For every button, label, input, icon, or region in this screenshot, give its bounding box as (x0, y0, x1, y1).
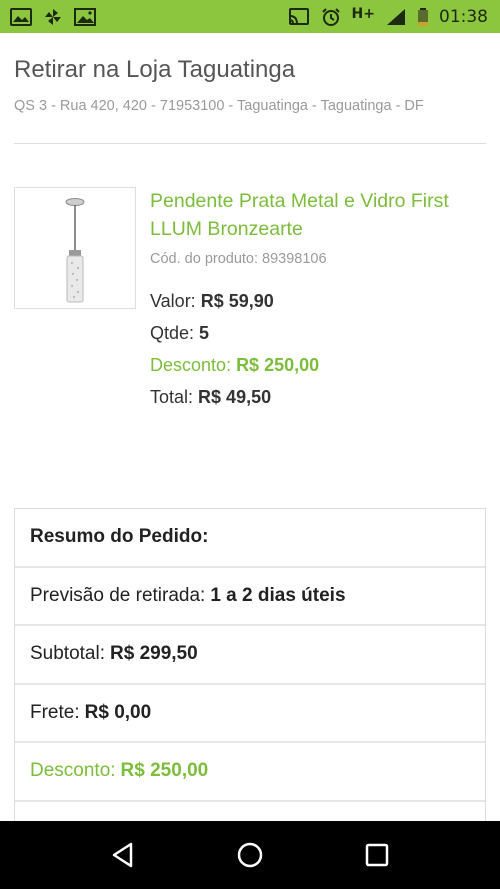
summary-title: Resumo do Pedido: (30, 526, 209, 548)
summary-title-row: Resumo do Pedido: (15, 509, 485, 568)
cast-icon (288, 7, 310, 26)
status-bar: H+ 01:38 (0, 0, 500, 33)
pickup-estimate-value: 1 a 2 dias úteis (210, 584, 346, 606)
status-left-icons (10, 7, 96, 26)
subtotal-row: Subtotal: R$ 299,50 (15, 626, 485, 685)
order-summary: Resumo do Pedido: Previsão de retirada: … (14, 508, 486, 828)
pickup-estimate-label: Previsão de retirada: (30, 584, 206, 606)
pickup-estimate-row: Previsão de retirada: 1 a 2 dias úteis (15, 568, 485, 626)
price-label: Valor: (150, 291, 196, 311)
status-right-icons: H+ 01:38 (288, 5, 488, 27)
recents-button[interactable] (357, 835, 397, 875)
summary-discount-row: Desconto: R$ 250,00 (15, 743, 485, 802)
store-address: QS 3 - Rua 420, 420 - 71953100 - Taguati… (14, 98, 424, 114)
back-button[interactable] (103, 835, 143, 875)
discount-row: Desconto: R$ 250,00 (150, 349, 480, 381)
clock: 01:38 (439, 6, 488, 27)
total-value: R$ 49,50 (198, 387, 272, 407)
product-pricing: Valor: R$ 59,90 Qtde: 5 Desconto: R$ 250… (150, 285, 480, 413)
price-value: R$ 59,90 (200, 291, 274, 311)
pendant-lamp-image (65, 198, 85, 303)
back-icon (113, 842, 133, 868)
divider (14, 143, 486, 144)
quantity-row: Qtde: 5 (150, 317, 480, 349)
alarm-icon (320, 7, 342, 26)
discount-value: R$ 250,00 (236, 355, 320, 375)
shipping-value: R$ 0,00 (84, 701, 152, 723)
quantity-label: Qtde: (150, 323, 195, 343)
photo-icon (10, 7, 32, 26)
store-title: Retirar na Loja Taguatinga (14, 56, 296, 83)
quantity-value: 5 (199, 323, 210, 343)
discount-label: Desconto: (150, 355, 232, 375)
pickup-store: Retirar na Loja Taguatinga QS 3 - Rua 42… (14, 56, 486, 114)
product-image[interactable] (14, 187, 136, 309)
price-row: Valor: R$ 59,90 (150, 285, 480, 317)
shipping-row: Frete: R$ 0,00 (15, 685, 485, 743)
navigation-bar (0, 821, 500, 889)
total-row: Total: R$ 49,50 (150, 381, 480, 413)
shipping-label: Frete: (30, 701, 80, 723)
network-type: H+ (351, 5, 375, 22)
summary-discount-label: Desconto: (30, 760, 116, 782)
summary-discount-value: R$ 250,00 (120, 760, 209, 782)
battery-icon (417, 7, 429, 26)
signal-icon (385, 8, 407, 26)
home-icon (237, 842, 263, 868)
product-name[interactable]: Pendente Prata Metal e Vidro First LLUM … (150, 187, 480, 243)
total-label: Total: (150, 387, 194, 407)
pinwheel-icon (42, 8, 64, 26)
subtotal-value: R$ 299,50 (110, 643, 198, 665)
subtotal-label: Subtotal: (30, 643, 105, 665)
recents-icon (365, 843, 388, 867)
product-code: Cód. do produto: 89398106 (150, 251, 327, 267)
product-info: Pendente Prata Metal e Vidro First LLUM … (150, 187, 480, 413)
image-icon (74, 7, 96, 26)
home-button[interactable] (230, 835, 270, 875)
